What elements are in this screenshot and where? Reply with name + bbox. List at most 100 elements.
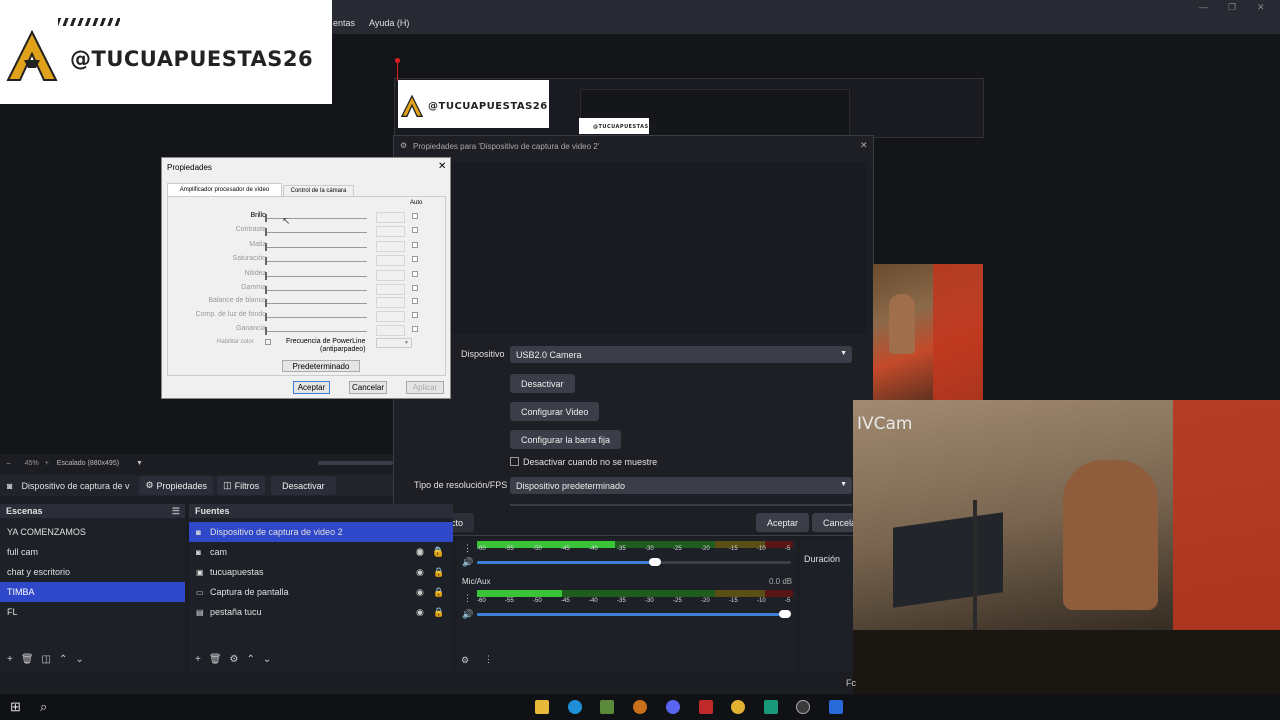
slider-thumb[interactable] bbox=[265, 313, 267, 321]
add-icon[interactable]: + bbox=[7, 654, 13, 665]
trash-icon[interactable]: 🗑 bbox=[209, 654, 222, 665]
slider-thumb[interactable] bbox=[265, 257, 267, 265]
auto-checkbox[interactable] bbox=[412, 326, 418, 332]
deactivate-source-button[interactable]: Desactivar bbox=[271, 476, 336, 495]
property-value-box[interactable] bbox=[376, 297, 405, 308]
source-item[interactable]: ▭ Captura de pantalla ◉ 🔒 bbox=[189, 582, 453, 602]
deactivate-when-hidden-checkbox[interactable] bbox=[510, 457, 519, 466]
panel-menu-icon[interactable]: ☰ bbox=[172, 506, 180, 517]
scene-item-selected[interactable]: TIMBA bbox=[0, 582, 185, 602]
chevron-down-icon[interactable]: ⌄ bbox=[75, 654, 83, 665]
property-value-box[interactable] bbox=[376, 270, 405, 281]
eye-icon[interactable]: ◉ bbox=[416, 587, 424, 598]
close-icon[interactable]: ✕ bbox=[1257, 2, 1265, 13]
property-slider[interactable] bbox=[265, 303, 367, 304]
scene-item[interactable]: FL bbox=[0, 602, 185, 622]
dialog-close-icon[interactable]: ✕ bbox=[860, 140, 868, 151]
source-item-selected[interactable]: ◙ Dispositivo de captura de video 2 bbox=[189, 522, 453, 542]
app-icon[interactable] bbox=[764, 700, 778, 714]
scene-item[interactable]: full cam bbox=[0, 542, 185, 562]
search-icon[interactable]: ⌕ bbox=[40, 699, 47, 715]
eye-icon[interactable]: ◉ bbox=[416, 607, 424, 618]
maximize-icon[interactable]: ❐ bbox=[1228, 2, 1236, 13]
property-slider[interactable] bbox=[265, 331, 367, 332]
slider-thumb[interactable] bbox=[265, 243, 267, 251]
property-value-box[interactable] bbox=[376, 212, 405, 223]
menu-tools[interactable]: entas bbox=[333, 18, 355, 28]
windows-start-icon[interactable]: ⊞ bbox=[10, 699, 21, 715]
property-slider[interactable] bbox=[265, 232, 367, 233]
add-icon[interactable]: + bbox=[195, 654, 201, 665]
property-slider[interactable] bbox=[265, 247, 367, 248]
accept-button[interactable]: Aceptar bbox=[756, 513, 810, 532]
configure-crossbar-button[interactable]: Configurar la barra fija bbox=[510, 430, 622, 449]
source-item[interactable]: ▣ tucuapuestas ◉ 🔒 bbox=[189, 562, 453, 582]
auto-checkbox[interactable] bbox=[412, 298, 418, 304]
zoom-out-icon[interactable]: − bbox=[6, 459, 11, 468]
volume-slider-thumb[interactable] bbox=[779, 610, 791, 618]
slider-thumb[interactable] bbox=[265, 272, 267, 280]
cancel-button[interactable]: Cancelar bbox=[349, 381, 387, 394]
property-value-box[interactable] bbox=[376, 226, 405, 237]
configure-video-button[interactable]: Configurar Video bbox=[510, 402, 600, 421]
chevron-down-icon[interactable]: ⌄ bbox=[263, 654, 271, 665]
trash-icon[interactable]: 🗑 bbox=[21, 654, 34, 665]
mixer-settings-icon[interactable]: ⚙ bbox=[461, 655, 469, 666]
auto-checkbox[interactable] bbox=[412, 256, 418, 262]
window-close-icon[interactable]: ✕ bbox=[438, 161, 446, 172]
zoom-in-icon[interactable]: + bbox=[45, 460, 49, 467]
minecraft-icon[interactable] bbox=[600, 700, 614, 714]
color-enable-checkbox[interactable] bbox=[265, 339, 271, 345]
tab-video-amp[interactable]: Amplificador procesador de vídeo bbox=[167, 183, 282, 196]
property-slider[interactable] bbox=[265, 276, 367, 277]
resolution-type-select[interactable]: Dispositivo predeterminado ▼ bbox=[510, 477, 852, 494]
chevron-up-icon[interactable]: ⌃ bbox=[247, 654, 255, 665]
lock-icon[interactable]: 🔒 bbox=[432, 546, 443, 556]
minimize-icon[interactable]: — bbox=[1199, 2, 1208, 12]
tab-camera-control[interactable]: Control de la cámara bbox=[283, 185, 354, 196]
obs-icon[interactable] bbox=[796, 700, 810, 714]
lock-icon[interactable]: 🔒 bbox=[433, 587, 444, 598]
source-item[interactable]: ▤ pestaña tucu ◉ 🔒 bbox=[189, 602, 453, 622]
menu-help[interactable]: Ayuda (H) bbox=[369, 18, 409, 28]
lock-icon[interactable]: 🔒 bbox=[433, 567, 444, 578]
horizontal-scrollbar[interactable] bbox=[318, 461, 393, 465]
auto-checkbox[interactable] bbox=[412, 227, 418, 233]
property-slider[interactable] bbox=[265, 290, 367, 291]
slider-thumb[interactable] bbox=[265, 214, 267, 222]
speaker-icon[interactable]: 🔊 bbox=[462, 609, 473, 620]
source-item[interactable]: ◙ cam ◉ 🔒 bbox=[189, 542, 453, 562]
property-value-box[interactable] bbox=[376, 241, 405, 252]
accept-button[interactable]: Aceptar bbox=[293, 381, 330, 394]
properties-button[interactable]: ⚙ Propiedades bbox=[139, 476, 214, 495]
speaker-icon[interactable]: 🔊 bbox=[462, 557, 473, 568]
scene-item[interactable]: chat y escritorio bbox=[0, 562, 185, 582]
property-slider[interactable] bbox=[265, 261, 367, 262]
kebab-menu-icon[interactable]: ⋮ bbox=[463, 593, 472, 604]
property-value-box[interactable] bbox=[376, 311, 405, 322]
auto-checkbox[interactable] bbox=[412, 285, 418, 291]
filter-icon[interactable]: ◫ bbox=[42, 654, 51, 665]
slider-thumb[interactable] bbox=[265, 327, 267, 335]
device-select[interactable]: USB2.0 Camera ▼ bbox=[510, 346, 852, 363]
app-icon[interactable] bbox=[699, 700, 713, 714]
chrome-icon[interactable] bbox=[731, 700, 745, 714]
auto-checkbox[interactable] bbox=[412, 242, 418, 248]
eye-icon[interactable]: ◉ bbox=[416, 567, 424, 578]
powerline-select[interactable]: ▼ bbox=[376, 338, 412, 348]
auto-checkbox[interactable] bbox=[412, 213, 418, 219]
kebab-menu-icon[interactable]: ⋮ bbox=[484, 654, 493, 665]
eye-icon[interactable]: ◉ bbox=[416, 546, 424, 556]
edge-icon[interactable] bbox=[568, 700, 582, 714]
property-value-box[interactable] bbox=[376, 325, 405, 336]
property-value-box[interactable] bbox=[376, 255, 405, 266]
ivcam-icon[interactable] bbox=[829, 700, 843, 714]
apply-button[interactable]: Aplicar bbox=[406, 381, 444, 394]
file-explorer-icon[interactable] bbox=[535, 700, 549, 714]
volume-slider-thumb[interactable] bbox=[649, 558, 661, 566]
slider-thumb[interactable] bbox=[265, 228, 267, 236]
slider-thumb[interactable] bbox=[265, 286, 267, 294]
default-button[interactable]: Predeterminado bbox=[282, 360, 360, 372]
chevron-up-icon[interactable]: ⌃ bbox=[59, 654, 67, 665]
property-slider[interactable] bbox=[265, 218, 367, 219]
